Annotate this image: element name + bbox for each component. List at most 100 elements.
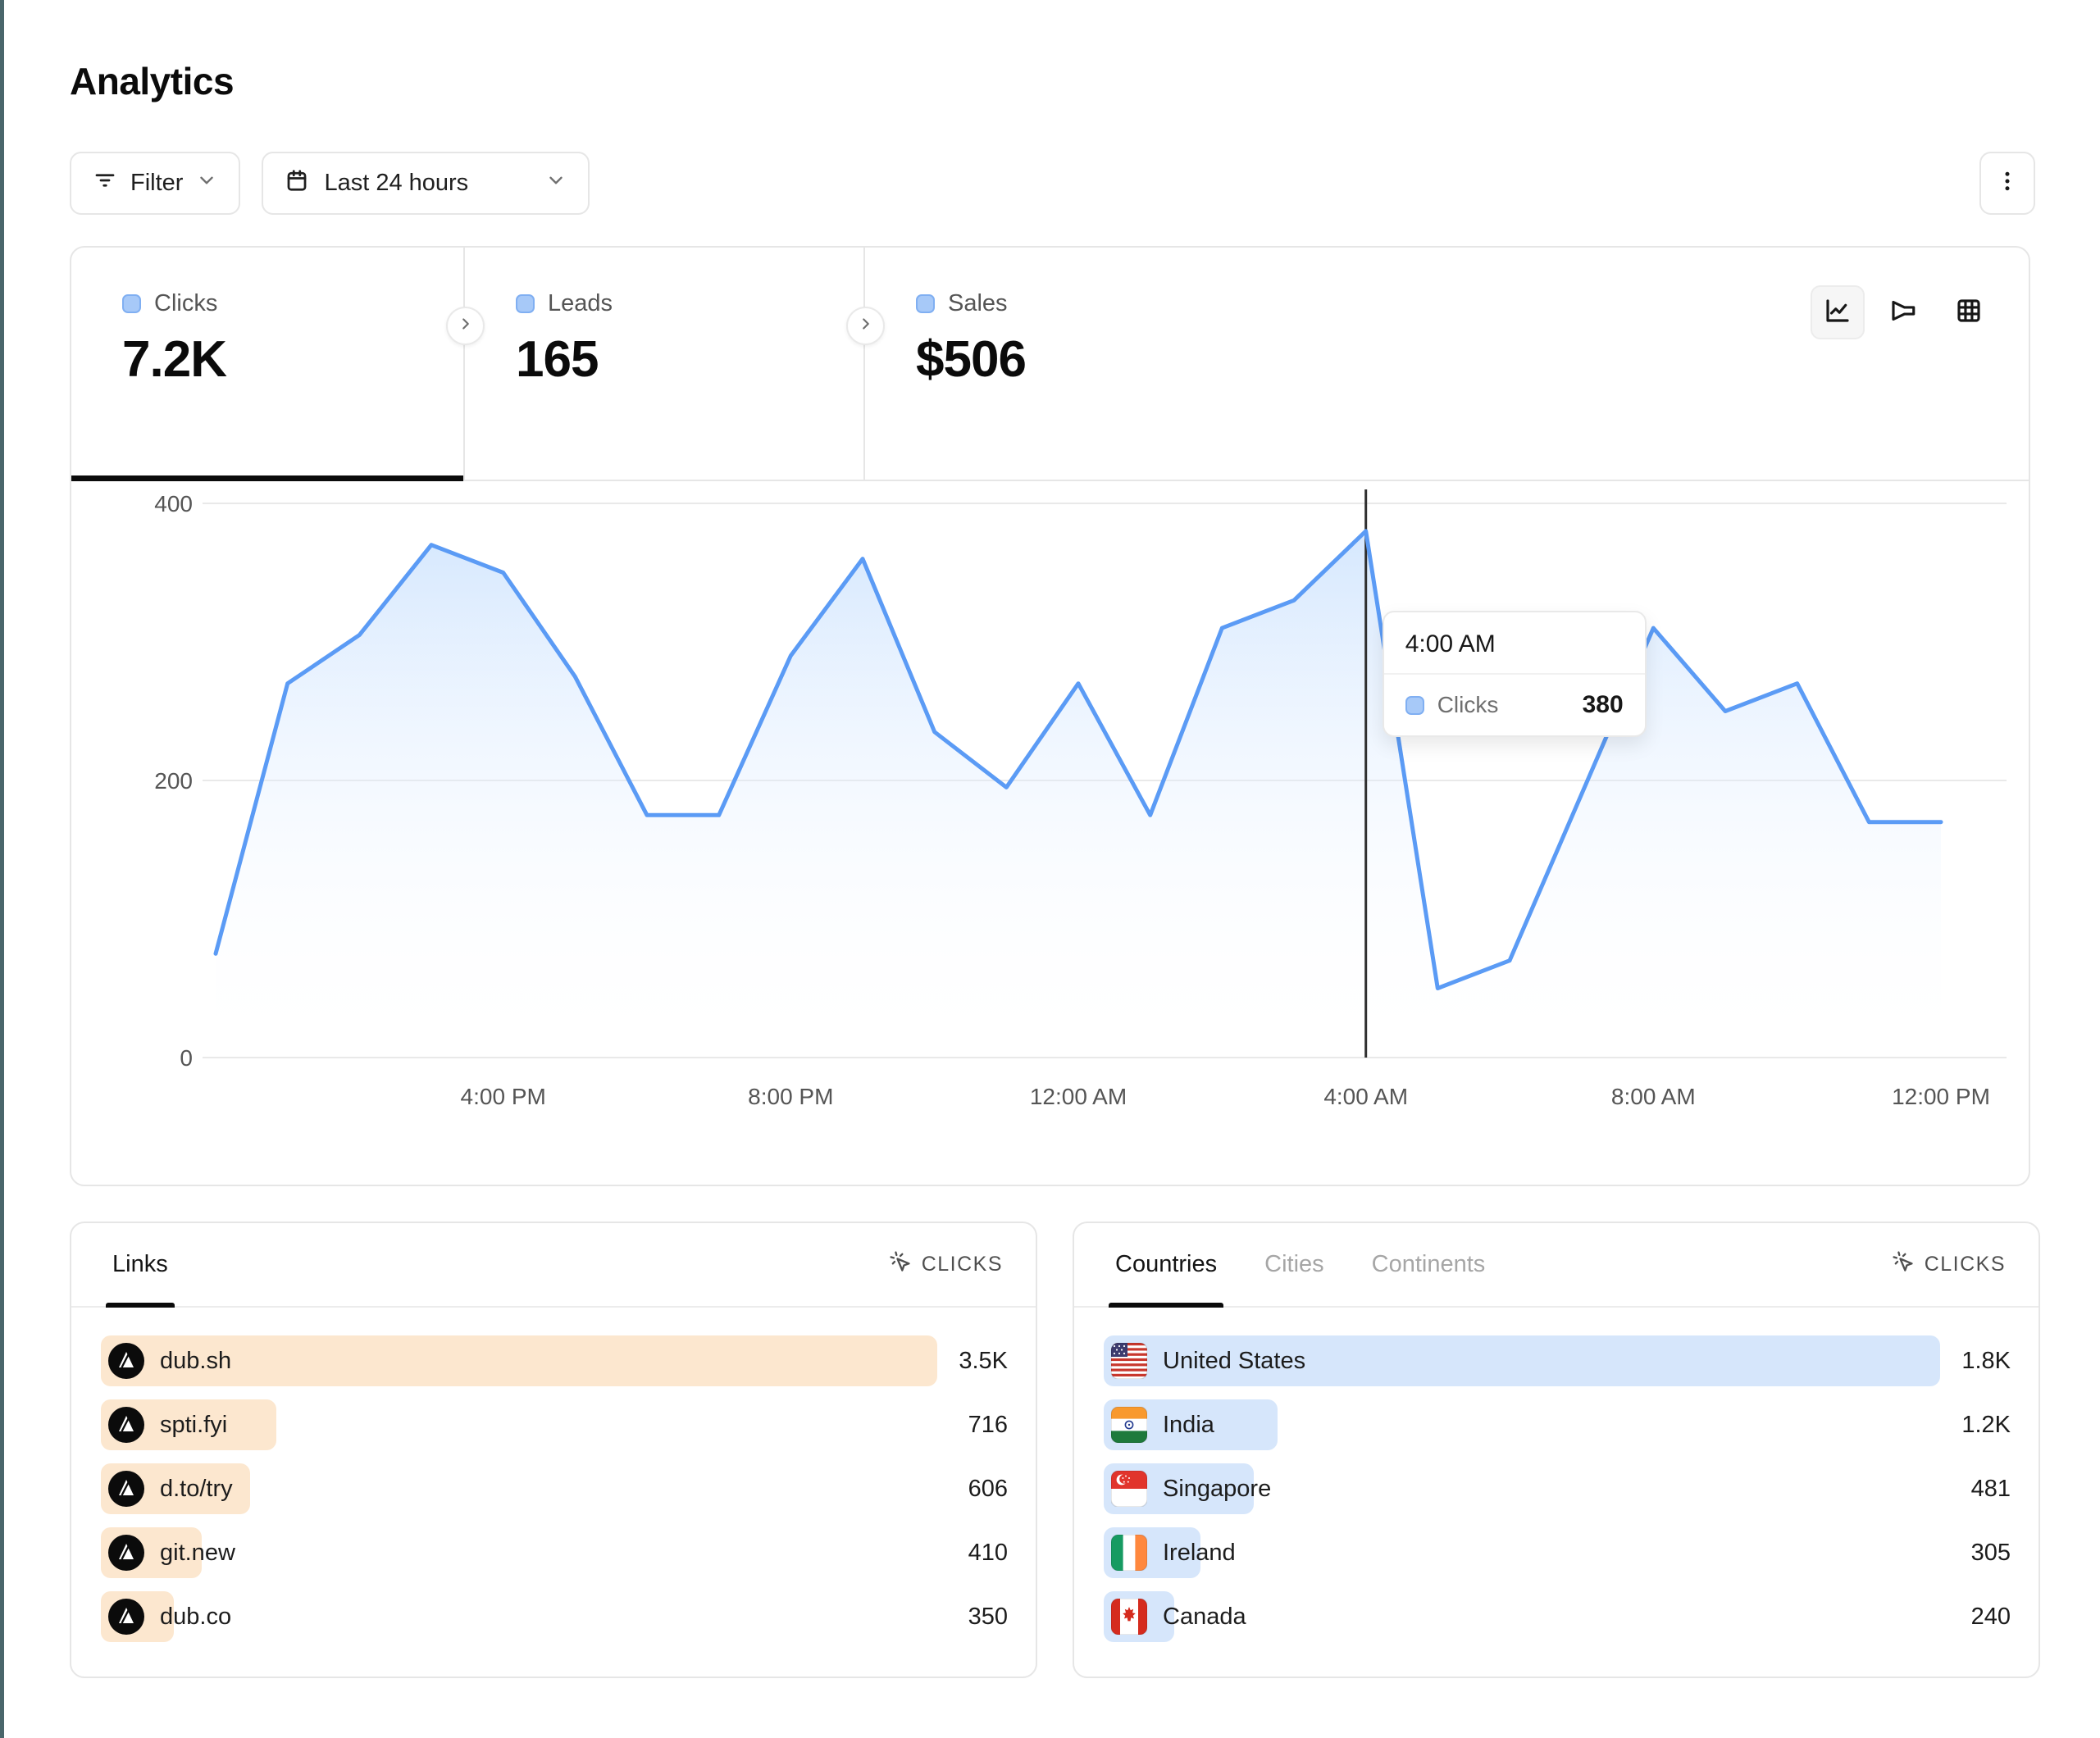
metric-legend-chip [916,294,935,313]
metric-tab-value: 7.2K [122,330,463,389]
link-row[interactable]: git.new 410 [101,1527,1011,1578]
metric-legend-chip [122,294,141,313]
country-row[interactable]: India 1.2K [1104,1399,2014,1450]
filter-lines-icon [93,168,117,199]
country-row[interactable]: Canada 240 [1104,1591,2014,1642]
country-row[interactable]: Ireland 305 [1104,1527,2014,1578]
metric-tab-sales[interactable]: Sales$506 [865,248,2029,480]
expand-metric-button[interactable] [446,307,485,345]
geo-metric-sort[interactable]: CLICKS [1892,1250,2006,1279]
x-tick-label: 8:00 AM [1611,1084,1696,1109]
funnel-chart-view-button[interactable] [1876,285,1930,339]
links-metric-sort[interactable]: CLICKS [889,1250,1003,1279]
chevron-down-icon [545,170,567,198]
links-tab-links[interactable]: Links [112,1223,168,1306]
chevron-right-icon [457,315,475,337]
cursor-click-icon [889,1250,912,1279]
country-value: 481 [1971,1463,2011,1514]
link-row[interactable]: d.to/try606 [101,1463,1011,1514]
links-rows: dub.sh 3.5K spti.fyi 716 d.to/try606 git.new 4… [71,1308,1036,1642]
metric-tab-value: 165 [516,330,863,389]
country-label: India [1163,1399,1214,1450]
metric-tab-label: Sales [948,290,1008,317]
flag-icon-in [1111,1407,1147,1443]
x-tick-label: 4:00 PM [461,1084,546,1109]
link-label: dub.sh [160,1335,231,1386]
more-options-button[interactable] [1979,152,2035,215]
link-label: d.to/try [160,1463,233,1514]
link-label: dub.co [160,1591,231,1642]
x-tick-label: 12:00 PM [1892,1084,1990,1109]
page-title: Analytics [70,59,234,103]
date-range-label: Last 24 hours [324,170,468,197]
chart-tooltip: 4:00 AM Clicks 380 [1383,611,1647,737]
country-label: Canada [1163,1591,1246,1642]
toolbar: Filter Last 24 hours [70,152,590,215]
tooltip-time: 4:00 AM [1384,612,1645,675]
link-row[interactable]: spti.fyi 716 [101,1399,1011,1450]
tooltip-value: 380 [1583,691,1624,719]
flag-icon-ca [1111,1599,1147,1635]
geo-panel-tabs: Countries Cities Continents [1115,1223,1485,1306]
table-icon [1954,296,1984,330]
country-value: 240 [1971,1591,2011,1642]
filter-button[interactable]: Filter [70,152,240,215]
country-row[interactable]: United States1.8K [1104,1335,2014,1386]
country-value: 1.2K [1961,1399,2011,1450]
line-chart-icon [1823,296,1852,330]
tooltip-series-label: Clicks [1437,692,1569,718]
country-label: Ireland [1163,1527,1236,1578]
table-view-button[interactable] [1942,285,1996,339]
geo-rows: United States1.8K India 1.2K Singapore 481 Ir… [1074,1308,2039,1642]
dub-logo-icon [108,1535,144,1571]
y-tick-label: 200 [154,768,193,794]
metric-tab-label: Clicks [154,290,217,317]
country-row[interactable]: Singapore 481 [1104,1463,2014,1514]
links-panel: Links CLICKS dub.sh 3.5K spti.fyi 716 d.to/t… [70,1222,1037,1678]
y-tick-label: 0 [180,1045,193,1071]
analytics-chart-card: Clicks 7.2K Leads 165Sales$506 0 200 400 4:00 … [70,246,2030,1186]
link-value: 350 [968,1591,1008,1642]
dub-logo-icon [108,1407,144,1443]
link-value: 3.5K [959,1335,1008,1386]
window-edge-strip [0,0,4,1738]
date-range-button[interactable]: Last 24 hours [262,152,590,215]
y-tick-label: 400 [154,491,193,516]
metric-legend-chip [516,294,535,313]
calendar-icon [285,168,309,199]
links-panel-tabs: Links [112,1223,168,1306]
link-value: 410 [968,1527,1008,1578]
metric-tab-label: Leads [548,290,613,317]
link-label: spti.fyi [160,1399,227,1450]
dub-logo-icon [108,1471,144,1507]
link-label: git.new [160,1527,235,1578]
geo-tab-cities[interactable]: Cities [1264,1223,1324,1306]
x-tick-label: 12:00 AM [1030,1084,1127,1109]
geo-metric-label: CLICKS [1925,1253,2006,1276]
geo-panel: Countries Cities Continents CLICKS United … [1073,1222,2040,1678]
chevron-right-icon [857,315,875,337]
geo-tab-countries[interactable]: Countries [1115,1223,1217,1306]
flag-icon-us [1111,1343,1147,1379]
line-chart-view-button[interactable] [1811,285,1865,339]
funnel-chart-icon [1888,296,1918,330]
flag-icon-sg [1111,1471,1147,1507]
link-row[interactable]: dub.co 350 [101,1591,1011,1642]
metric-tabs-row: Clicks 7.2K Leads 165Sales$506 [71,248,2029,481]
area-fill [216,531,1941,1058]
country-value: 305 [1971,1527,2011,1578]
geo-tab-continents[interactable]: Continents [1372,1223,1486,1306]
country-label: United States [1163,1335,1305,1386]
chevron-down-icon [196,170,217,198]
cursor-click-icon [1892,1250,1915,1279]
dub-logo-icon [108,1599,144,1635]
clicks-time-series-chart[interactable]: 02004004:00 PM8:00 PM12:00 AM4:00 AM8:00… [71,480,2029,1185]
metric-tab-clicks[interactable]: Clicks 7.2K [71,248,465,480]
expand-metric-button[interactable] [846,307,885,345]
link-row[interactable]: dub.sh 3.5K [101,1335,1011,1386]
x-tick-label: 4:00 AM [1323,1084,1408,1109]
link-value: 716 [968,1399,1008,1450]
links-metric-label: CLICKS [922,1253,1003,1276]
metric-tab-leads[interactable]: Leads 165 [465,248,865,480]
country-label: Singapore [1163,1463,1271,1514]
